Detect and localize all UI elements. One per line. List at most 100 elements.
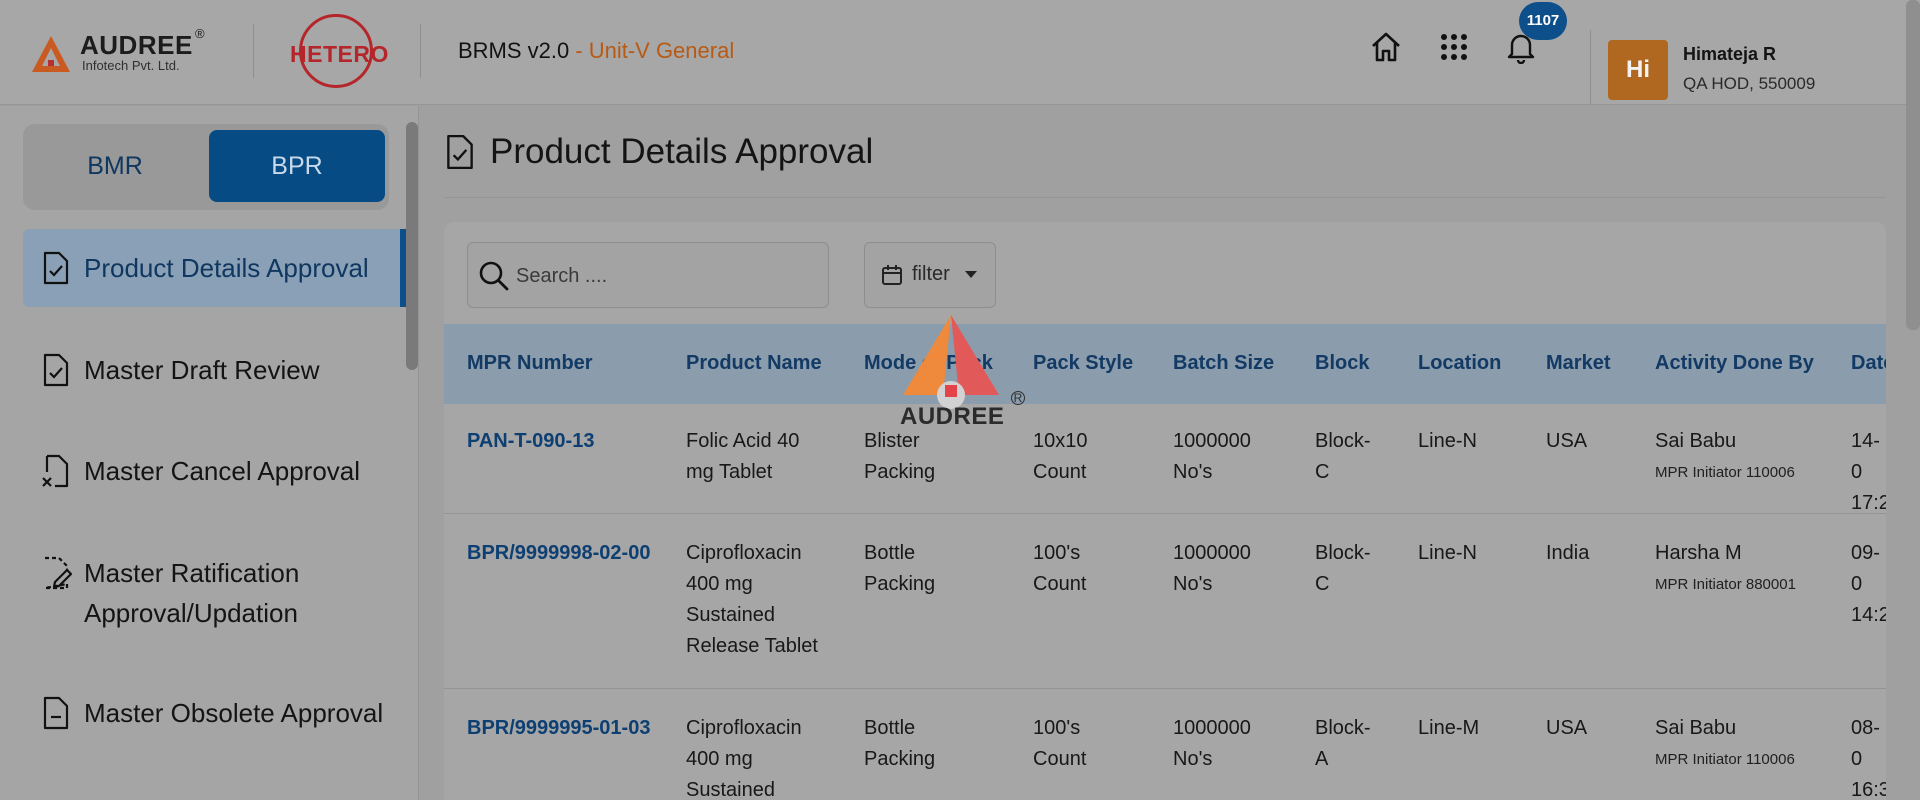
cell-line: 400 mg <box>686 748 753 770</box>
column-header-activity-done-by[interactable]: Activity Done By <box>1655 352 1814 375</box>
cell-line: 400 mg <box>686 573 753 595</box>
brand-name: AUDREE <box>80 30 193 60</box>
cell-line: C <box>1315 461 1330 483</box>
column-header-pack-style[interactable]: Pack Style <box>1033 352 1133 375</box>
mpr-number-link[interactable]: BPR/9999995-01-03 <box>467 713 650 744</box>
pack-style-cell: 100's Count <box>1033 538 1086 600</box>
activity-user-role: MPR Initiator 110006 <box>1655 751 1795 768</box>
date-cell: 08-0 16:3 <box>1851 713 1886 800</box>
cell-line: No's <box>1173 573 1213 595</box>
mode-of-pack-cell: Bottle Packing <box>864 538 935 600</box>
hetero-logo: HETERO <box>285 12 388 92</box>
hetero-logo-text: HETERO <box>290 41 389 67</box>
cell-line: Ciprofloxacin <box>686 717 802 739</box>
cell-line: Packing <box>864 748 936 770</box>
mode-of-pack-cell: Bottle Packing <box>864 713 935 775</box>
mpr-number-link[interactable]: BPR/9999998-02-00 <box>467 538 650 569</box>
page-title: Product Details Approval <box>490 132 874 171</box>
watermark-word: AUDREE <box>900 403 1005 430</box>
cell-line: Count <box>1033 748 1087 770</box>
batch-size-cell: 1000000 No's <box>1173 713 1251 775</box>
sidebar-item-master-draft-review[interactable]: Master Draft Review <box>23 331 406 409</box>
table-row[interactable]: BPR/9999998-02-00 Ciprofloxacin 400 mg S… <box>444 514 1886 689</box>
column-header-product-name[interactable]: Product Name <box>686 352 822 375</box>
column-header-location[interactable]: Location <box>1418 352 1501 375</box>
top-header: AUDREE ® Infotech Pvt. Ltd. HETERO BRMS … <box>0 0 1920 105</box>
cell-line: Block- <box>1315 542 1371 564</box>
table-row[interactable]: BPR/9999995-01-03 Ciprofloxacin 400 mg S… <box>444 689 1886 800</box>
pack-style-cell: 100's Count <box>1033 713 1086 775</box>
column-header-market[interactable]: Market <box>1546 352 1610 375</box>
cell-line: Bottle <box>864 717 916 739</box>
cell-line: 1000000 <box>1173 430 1251 452</box>
main-content: Product Details Approval filter MPR Numb… <box>420 106 1920 800</box>
header-divider <box>1590 30 1591 105</box>
mpr-number-link[interactable]: PAN-T-090-13 <box>467 426 594 457</box>
user-name: Himateja R <box>1683 44 1777 64</box>
file-edit-icon <box>43 556 73 590</box>
cell-line: 14:2 <box>1851 604 1886 626</box>
market-cell: USA <box>1546 430 1588 452</box>
audree-watermark-logo: AUDREE R <box>895 315 1030 430</box>
caret-down-icon <box>965 271 977 278</box>
page-scrollbar[interactable] <box>1906 0 1920 330</box>
brand-subtitle: Infotech Pvt. Ltd. <box>82 58 180 73</box>
file-check-icon <box>447 134 473 170</box>
cell-line: Sustained <box>686 779 775 800</box>
avatar[interactable]: Hi <box>1608 40 1668 100</box>
sidebar-item-product-details-approval[interactable]: Product Details Approval <box>23 229 406 307</box>
cell-line: 10x10 <box>1033 430 1088 452</box>
cell-line: No's <box>1173 748 1213 770</box>
file-minus-icon <box>43 696 69 730</box>
column-header-batch-size[interactable]: Batch Size <box>1173 352 1274 375</box>
column-header-block[interactable]: Block <box>1315 352 1369 375</box>
audree-logo-mark <box>32 36 70 72</box>
cell-line: Count <box>1033 573 1087 595</box>
unit-name: - Unit-V General <box>575 38 735 63</box>
toggle-bmr[interactable]: BMR <box>27 130 203 202</box>
apps-grid-icon[interactable] <box>1437 30 1471 64</box>
filter-button[interactable]: filter <box>864 242 996 308</box>
activity-user-role: MPR Initiator 880001 <box>1655 576 1796 593</box>
bmr-bpr-toggle: BMR BPR <box>23 124 389 210</box>
app-name: BRMS v2.0 <box>458 38 570 63</box>
audree-watermark-mark <box>903 315 999 409</box>
table-header: MPR Number Product Name Mode of Pack Pac… <box>444 324 1886 404</box>
sidebar-item-label: Master Cancel Approval <box>84 456 361 486</box>
table-row[interactable]: PAN-T-090-13 Folic Acid 40 mg Tablet Bli… <box>444 404 1886 514</box>
filter-label: filter <box>912 263 950 285</box>
location-cell: Line-N <box>1418 430 1477 452</box>
audree-logo[interactable]: AUDREE ® Infotech Pvt. Ltd. <box>30 26 220 76</box>
activity-user-name: Sai Babu <box>1655 430 1737 452</box>
sidebar-item-master-cancel-approval[interactable]: Master Cancel Approval <box>23 432 406 510</box>
column-header-date[interactable]: Date <box>1851 352 1886 375</box>
search-input[interactable] <box>516 259 816 293</box>
sidebar-item-label: Product Details Approval <box>84 253 369 283</box>
home-icon[interactable] <box>1369 30 1403 64</box>
column-header-mpr-number[interactable]: MPR Number <box>467 352 593 375</box>
market-cell: India <box>1546 542 1590 564</box>
cell-line: Block- <box>1315 717 1371 739</box>
sidebar-item-master-ratification[interactable]: Master Ratification Approval/Updation <box>23 534 406 634</box>
search-box <box>467 242 829 308</box>
cell-line: C <box>1315 573 1330 595</box>
cell-line: Packing <box>864 461 936 483</box>
sidebar-item-label: Master Obsolete Approval <box>84 698 384 728</box>
cell-line: 100's <box>1033 542 1081 564</box>
notification-count-badge[interactable]: 1107 <box>1519 2 1567 40</box>
header-divider <box>420 24 421 78</box>
sidebar-scrollbar[interactable] <box>406 122 418 370</box>
cell-line: Ciprofloxacin <box>686 542 802 564</box>
cell-line: Packing <box>864 573 936 595</box>
file-check-icon <box>43 353 69 387</box>
sidebar-item-master-obsolete-approval[interactable]: Master Obsolete Approval <box>23 674 406 752</box>
cell-line: 100's <box>1033 717 1081 739</box>
sidebar-item-label-line1: Master Ratification <box>84 558 300 588</box>
table-panel: filter MPR Number Product Name Mode of P… <box>444 222 1886 800</box>
cell-line: 1000000 <box>1173 542 1251 564</box>
toggle-bpr[interactable]: BPR <box>209 130 385 202</box>
activity-done-by-cell: Sai Babu MPR Initiator 110006 <box>1655 713 1795 775</box>
cell-line: Folic Acid 40 <box>686 430 800 452</box>
activity-done-by-cell: Sai Babu MPR Initiator 110006 <box>1655 426 1795 488</box>
header-divider <box>253 24 254 78</box>
